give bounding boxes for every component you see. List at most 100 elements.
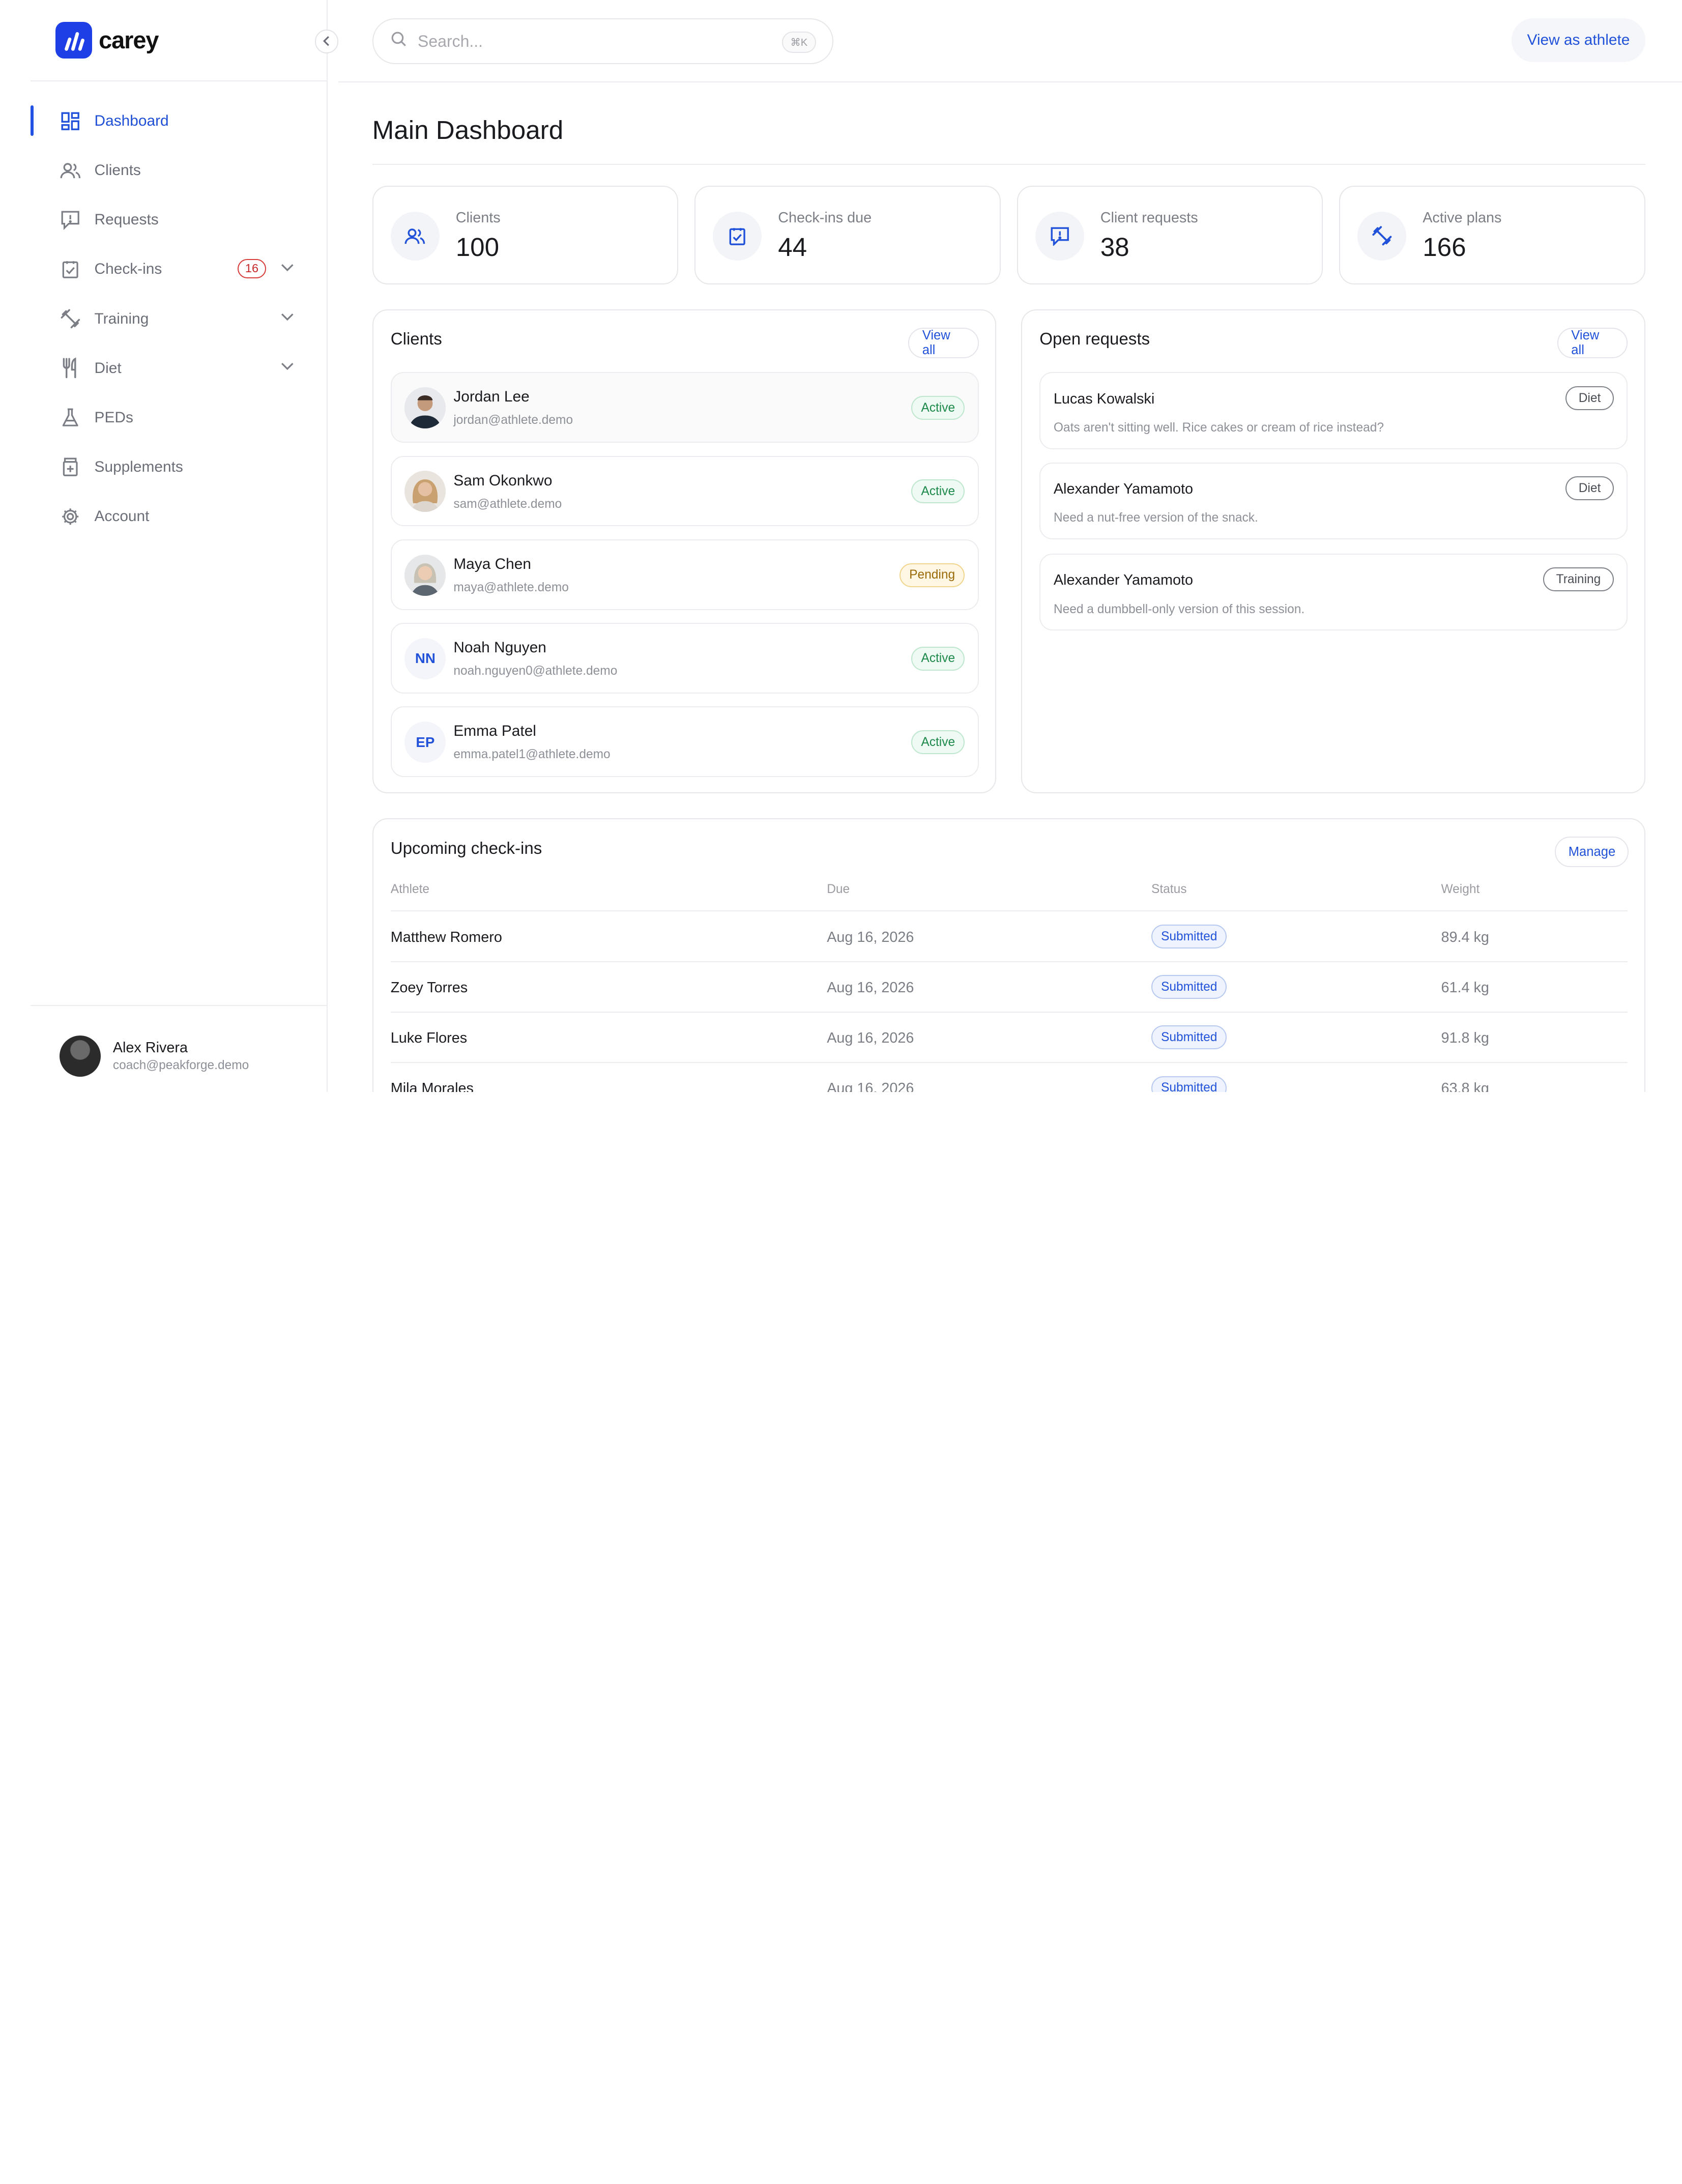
manage-check-ins-button[interactable]: Manage bbox=[1555, 837, 1629, 868]
status-badge: Submitted bbox=[1151, 975, 1227, 999]
client-name: Noah Nguyen bbox=[453, 639, 546, 656]
column-header-athlete[interactable]: Athlete bbox=[391, 882, 429, 897]
status-badge: Pending bbox=[900, 563, 965, 587]
status-badge: Active bbox=[911, 646, 965, 671]
column-header-due[interactable]: Due bbox=[827, 882, 850, 897]
athlete-name: Mila Morales bbox=[390, 1080, 474, 1092]
dumbbell-icon bbox=[60, 308, 81, 330]
brand-logo-icon bbox=[55, 21, 93, 59]
sidebar-divider bbox=[30, 80, 328, 81]
user-profile[interactable]: Alex Rivera coach@peakforge.demo bbox=[60, 1035, 249, 1077]
request-row[interactable]: Alexander Yamamoto Need a dumbbell-only … bbox=[1039, 553, 1628, 631]
client-row[interactable]: EP Emma Patel emma.patel1@athlete.demo A… bbox=[390, 706, 979, 778]
sidebar-item-supplements[interactable]: Supplements bbox=[31, 442, 308, 492]
sidebar: carey Dashboard Clients Requests Check-i… bbox=[0, 0, 328, 1092]
stat-card-active-plans[interactable]: Active plans 166 bbox=[1339, 185, 1645, 284]
request-text: Oats aren't sitting well. Rice cakes or … bbox=[1053, 421, 1384, 435]
sidebar-item-dashboard[interactable]: Dashboard bbox=[30, 97, 308, 146]
column-header-status[interactable]: Status bbox=[1151, 882, 1187, 897]
request-row[interactable]: Lucas Kowalski Oats aren't sitting well.… bbox=[1039, 372, 1628, 449]
athlete-name: Matthew Romero bbox=[390, 929, 502, 945]
search-bar[interactable]: ⌘K bbox=[372, 18, 834, 64]
stat-label: Client requests bbox=[1100, 209, 1198, 226]
client-row[interactable]: Jordan Lee jordan@athlete.demo Active bbox=[390, 372, 979, 443]
request-client-name: Lucas Kowalski bbox=[1053, 390, 1155, 407]
column-header-weight[interactable]: Weight bbox=[1441, 882, 1480, 897]
panel-title: Upcoming check-ins bbox=[390, 839, 542, 858]
weight-value: 89.4 kg bbox=[1441, 929, 1489, 945]
request-category-tag: Training bbox=[1543, 567, 1614, 592]
pill-bottle-icon bbox=[60, 456, 81, 478]
stat-value: 44 bbox=[778, 233, 807, 262]
sidebar-item-label: Training bbox=[94, 310, 149, 327]
status-badge: Submitted bbox=[1151, 925, 1227, 949]
search-icon bbox=[391, 31, 407, 52]
sidebar-item-check-ins[interactable]: Check-ins 16 bbox=[31, 245, 308, 294]
sidebar-item-peds[interactable]: PEDs bbox=[31, 393, 308, 442]
dashboard-icon bbox=[60, 110, 81, 132]
chevron-down-icon[interactable] bbox=[280, 359, 295, 374]
avatar-initials: NN bbox=[404, 638, 446, 679]
athlete-name: Zoey Torres bbox=[390, 979, 468, 996]
chevron-down-icon[interactable] bbox=[280, 309, 295, 325]
chevron-left-icon bbox=[323, 36, 330, 46]
table-row[interactable]: Luke Flores Aug 16, 2026 Submitted 91.8 … bbox=[390, 1011, 1628, 1062]
stat-card-client-requests[interactable]: Client requests 38 bbox=[1017, 185, 1323, 284]
status-badge: Active bbox=[911, 730, 965, 755]
sidebar-item-clients[interactable]: Clients bbox=[31, 146, 308, 195]
app-root: carey Dashboard Clients Requests Check-i… bbox=[0, 0, 1682, 1092]
message-alert-icon bbox=[1035, 211, 1084, 261]
sidebar-item-training[interactable]: Training bbox=[31, 294, 308, 343]
brand[interactable]: carey bbox=[55, 21, 159, 59]
panel-title: Open requests bbox=[1039, 330, 1150, 349]
sidebar-item-requests[interactable]: Requests bbox=[31, 195, 308, 245]
client-row[interactable]: Sam Okonkwo sam@athlete.demo Active bbox=[390, 455, 979, 527]
request-row[interactable]: Alexander Yamamoto Need a nut-free versi… bbox=[1039, 462, 1628, 539]
sidebar-nav: Dashboard Clients Requests Check-ins 16 bbox=[30, 97, 308, 541]
avatar bbox=[404, 471, 446, 512]
client-email: noah.nguyen0@athlete.demo bbox=[453, 664, 618, 678]
open-requests-panel: Open requests View all Lucas Kowalski Oa… bbox=[1021, 309, 1645, 794]
stat-card-check-ins-due[interactable]: Check-ins due 44 bbox=[694, 185, 1001, 284]
gear-icon bbox=[60, 505, 81, 527]
page-title: Main Dashboard bbox=[372, 116, 564, 145]
sidebar-item-account[interactable]: Account bbox=[31, 492, 308, 541]
requests-view-all-button[interactable]: View all bbox=[1557, 328, 1628, 358]
weight-value: 61.4 kg bbox=[1441, 979, 1489, 996]
request-client-name: Alexander Yamamoto bbox=[1053, 571, 1193, 588]
client-row[interactable]: NN Noah Nguyen noah.nguyen0@athlete.demo… bbox=[390, 623, 979, 694]
stat-value: 38 bbox=[1100, 233, 1129, 262]
due-date: Aug 16, 2026 bbox=[827, 979, 914, 996]
client-row[interactable]: Maya Chen maya@athlete.demo Pending bbox=[390, 539, 979, 610]
avatar bbox=[404, 554, 446, 596]
chevron-down-icon[interactable] bbox=[280, 260, 295, 275]
sidebar-collapse-button[interactable] bbox=[314, 29, 339, 53]
users-icon bbox=[60, 160, 81, 182]
status-badge: Active bbox=[911, 396, 965, 420]
search-input[interactable] bbox=[418, 32, 743, 51]
brand-name: carey bbox=[99, 26, 159, 53]
table-row[interactable]: Zoey Torres Aug 16, 2026 Submitted 61.4 … bbox=[390, 961, 1628, 1012]
sidebar-item-label: Requests bbox=[94, 211, 159, 228]
athlete-name: Luke Flores bbox=[390, 1029, 468, 1046]
clients-view-all-button[interactable]: View all bbox=[908, 328, 979, 358]
avatar bbox=[404, 387, 446, 429]
avatar bbox=[60, 1035, 101, 1077]
stat-card-clients[interactable]: Clients 100 bbox=[372, 185, 679, 284]
users-icon bbox=[390, 211, 440, 261]
table-row[interactable]: Mila Morales Aug 16, 2026 Submitted 63.8… bbox=[390, 1062, 1628, 1092]
client-email: jordan@athlete.demo bbox=[453, 413, 573, 427]
request-category-tag: Diet bbox=[1565, 386, 1614, 410]
client-email: maya@athlete.demo bbox=[453, 580, 569, 594]
message-alert-icon bbox=[60, 209, 81, 231]
panel-title: Clients bbox=[390, 330, 442, 349]
user-name: Alex Rivera bbox=[112, 1039, 188, 1056]
sidebar-item-diet[interactable]: Diet bbox=[31, 343, 308, 393]
table-row[interactable]: Matthew Romero Aug 16, 2026 Submitted 89… bbox=[390, 910, 1628, 961]
client-name: Jordan Lee bbox=[453, 388, 530, 406]
view-as-athlete-button[interactable]: View as athlete bbox=[1512, 18, 1645, 62]
sidebar-item-label: Check-ins bbox=[94, 261, 162, 278]
sidebar-item-label: PEDs bbox=[94, 409, 133, 426]
client-name: Emma Patel bbox=[453, 723, 536, 740]
avatar-initials: EP bbox=[404, 722, 446, 763]
